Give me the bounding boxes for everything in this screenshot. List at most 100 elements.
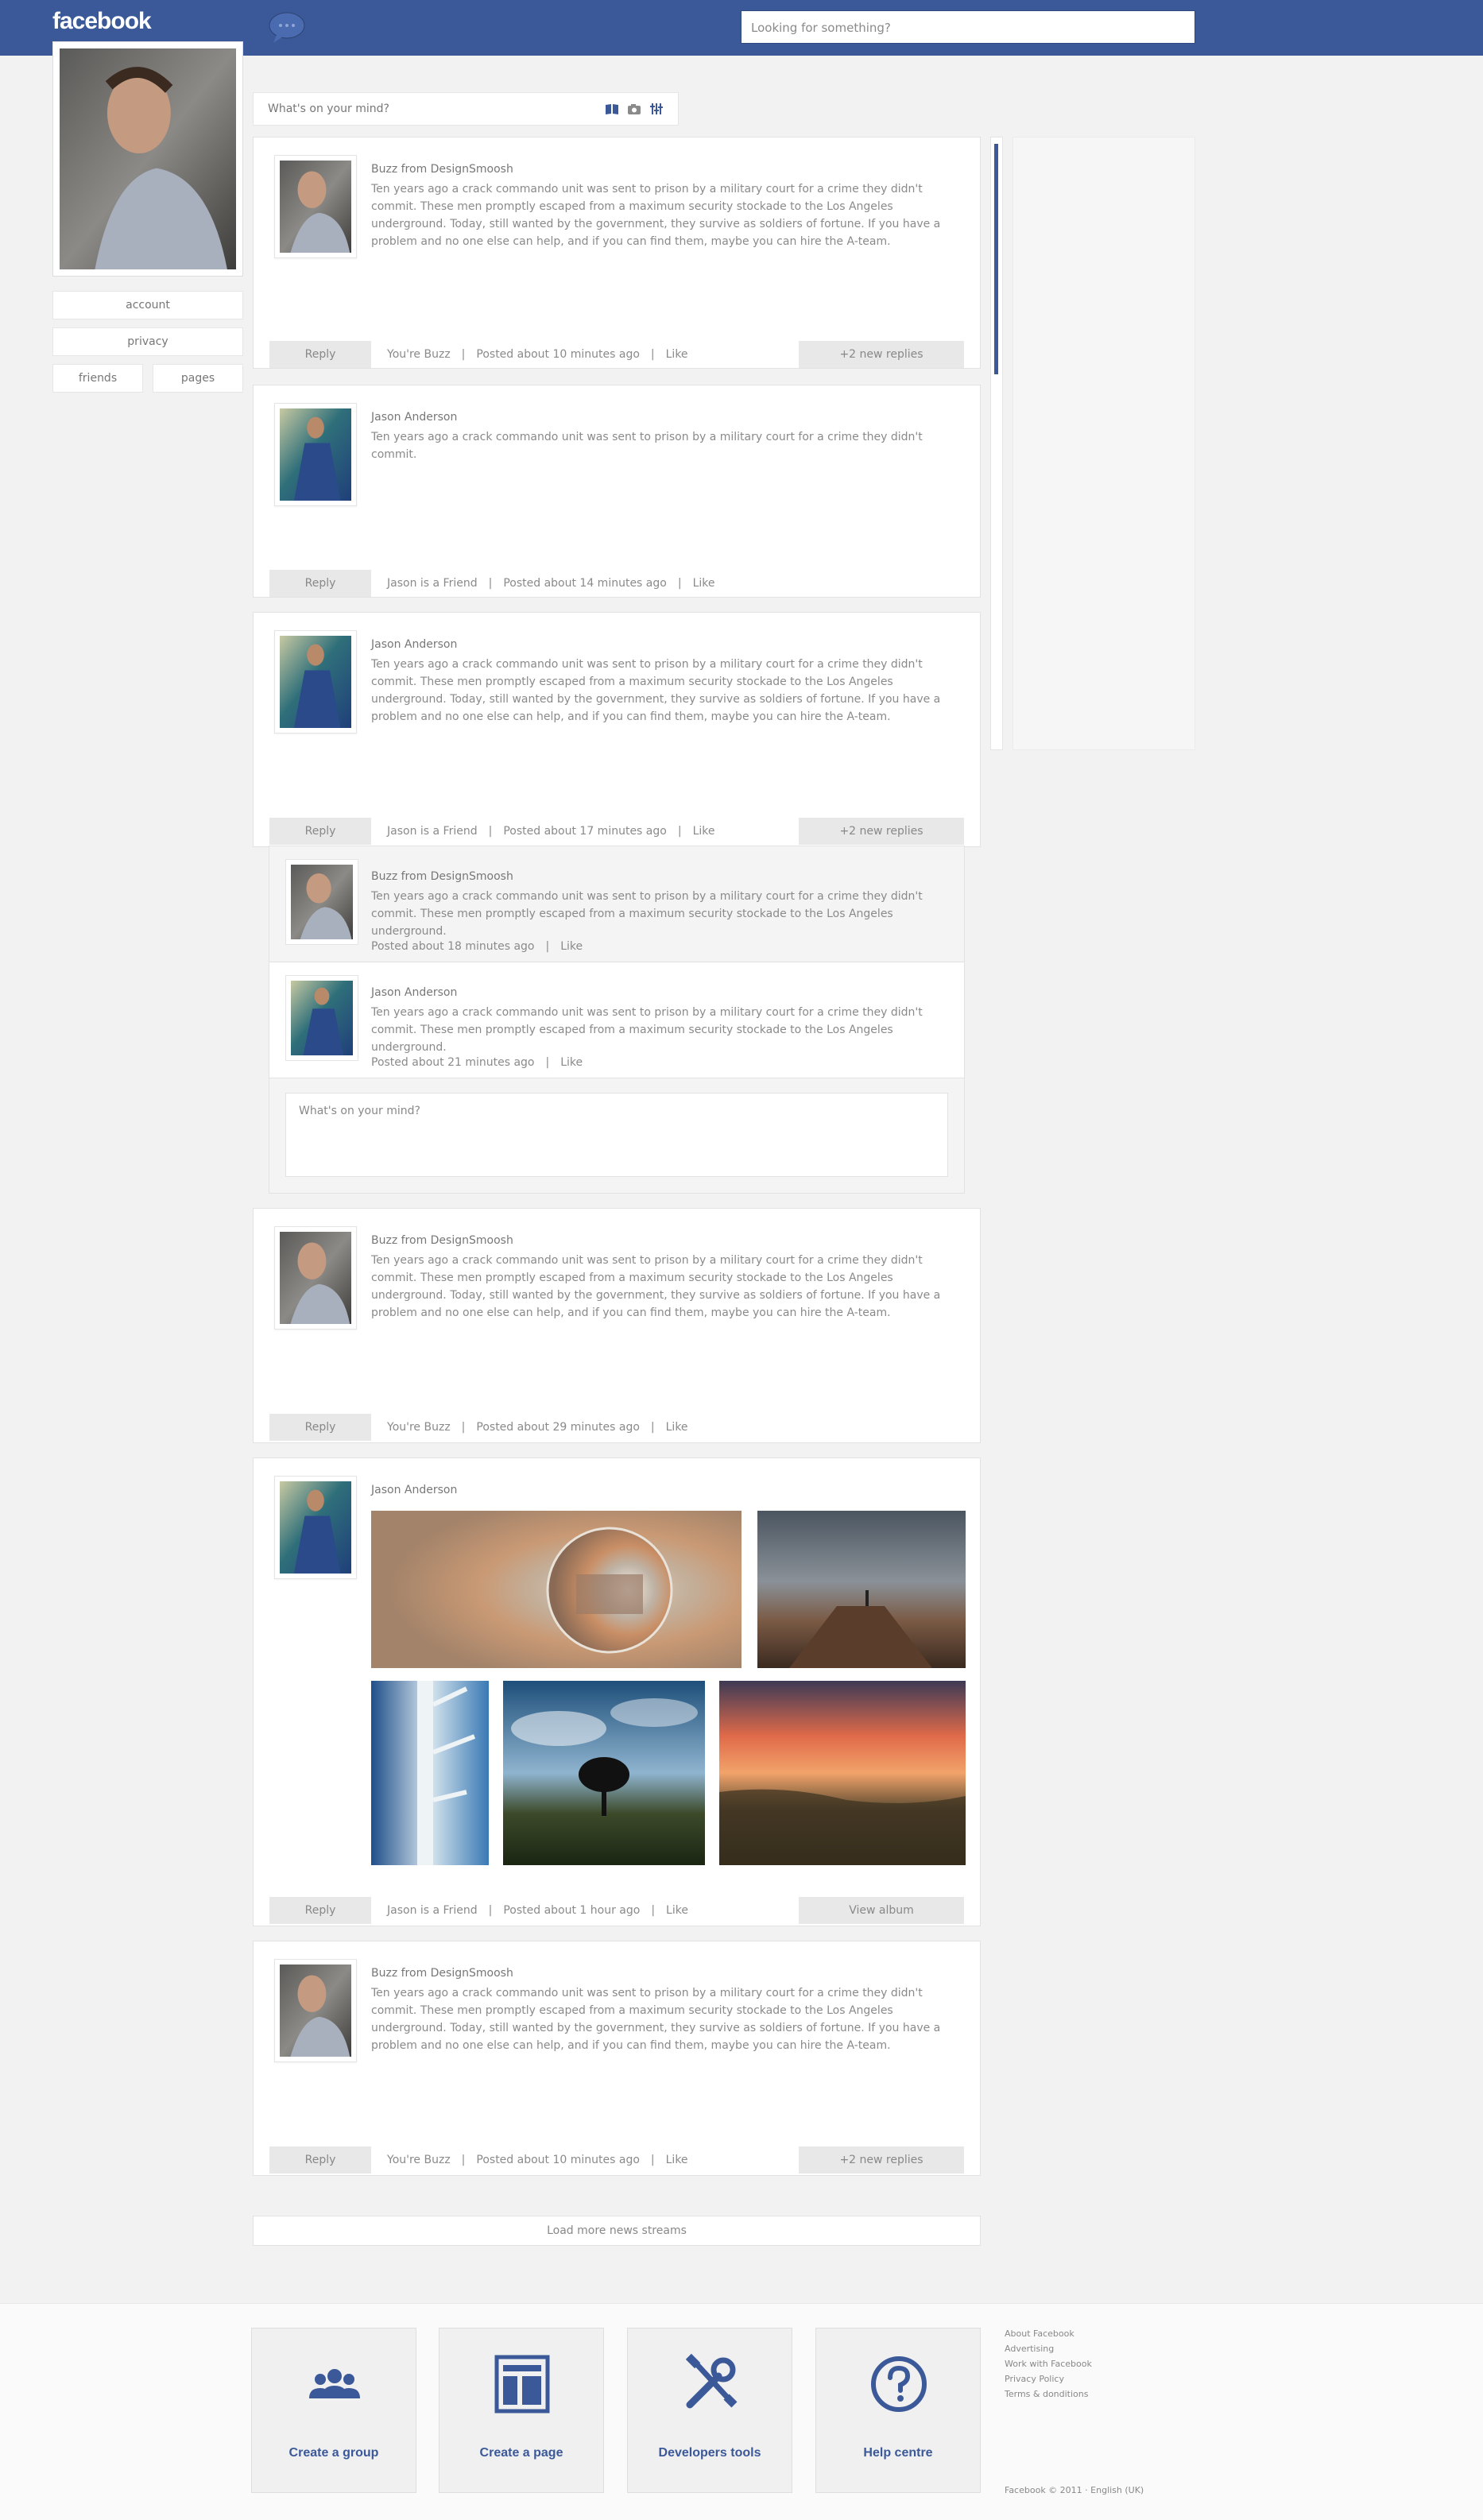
right-panel xyxy=(1013,137,1195,750)
sliders-icon[interactable] xyxy=(649,103,664,115)
reply-button[interactable]: Reply xyxy=(269,1414,371,1441)
chat-bubble-icon[interactable] xyxy=(267,11,307,45)
like-link[interactable]: Like xyxy=(560,940,583,953)
post-meta: You're Buzz | Posted about 10 minutes ago |… xyxy=(387,2154,688,2166)
news-post: Jason Anderson Ten years ago a crack com… xyxy=(253,612,981,847)
avatar-photo-jason xyxy=(280,1481,351,1574)
avatar[interactable] xyxy=(274,403,357,506)
post-actions: Reply You're Buzz | Posted about 10 minute… xyxy=(269,341,964,368)
sidebar-item-friends[interactable]: friends xyxy=(52,364,143,393)
page-layout-icon xyxy=(494,2355,550,2414)
post-author[interactable]: Jason Anderson xyxy=(371,1484,457,1496)
news-post: Buzz from DesignSmoosh Ten years ago a c… xyxy=(253,137,981,369)
footer-link-privacy[interactable]: Privacy Policy xyxy=(1005,2371,1092,2386)
relation-text: Jason is a Friend xyxy=(387,825,478,838)
tile-label: Create a group xyxy=(288,2446,379,2460)
camera-icon[interactable] xyxy=(627,103,641,115)
like-link[interactable]: Like xyxy=(693,825,715,838)
reply-thread: Buzz from DesignSmoosh Ten years ago a c… xyxy=(269,846,965,1194)
like-link[interactable]: Like xyxy=(666,348,688,361)
avatar[interactable] xyxy=(274,1226,357,1330)
like-link[interactable]: Like xyxy=(666,1904,688,1917)
timestamp: Posted about 29 minutes ago xyxy=(476,1421,640,1434)
search-input[interactable]: Looking for something? xyxy=(741,10,1195,44)
developers-tools-tile[interactable]: Developers tools xyxy=(627,2328,792,2493)
load-more-button[interactable]: Load more news streams xyxy=(253,2216,981,2246)
like-link[interactable]: Like xyxy=(693,577,715,590)
tile-label: Developers tools xyxy=(658,2446,761,2460)
avatar[interactable] xyxy=(274,1959,357,2062)
post-actions: Reply You're Buzz | Posted about 29 minute… xyxy=(269,1414,964,1441)
create-page-tile[interactable]: Create a page xyxy=(439,2328,604,2493)
footer-link-work[interactable]: Work with Facebook xyxy=(1005,2356,1092,2371)
help-centre-tile[interactable]: Help centre xyxy=(815,2328,981,2493)
status-composer[interactable]: What's on your mind? xyxy=(253,92,679,126)
feed-scrollbar[interactable] xyxy=(990,137,1003,750)
album-photo-lone-tree[interactable] xyxy=(503,1681,705,1865)
footer-link-about[interactable]: About Facebook xyxy=(1005,2326,1092,2341)
album-photo-icicles[interactable] xyxy=(371,1681,489,1865)
timestamp: Posted about 10 minutes ago xyxy=(476,348,640,361)
footer-link-terms[interactable]: Terms & donditions xyxy=(1005,2386,1092,2402)
post-actions: Reply Jason is a Friend | Posted about 1 h… xyxy=(269,1897,964,1924)
album-photo-sunset-marsh[interactable] xyxy=(719,1681,966,1865)
reply-button[interactable]: Reply xyxy=(269,2146,371,2174)
avatar[interactable] xyxy=(274,1476,357,1579)
sidebar-item-account[interactable]: account xyxy=(52,291,243,319)
news-post: Jason Anderson Ten years ago a crack com… xyxy=(253,385,981,598)
new-replies-button[interactable]: +2 new replies xyxy=(799,341,964,368)
avatar[interactable] xyxy=(274,630,357,734)
post-text: Ten years ago a crack commando unit was … xyxy=(371,431,923,461)
like-link[interactable]: Like xyxy=(666,1421,688,1434)
avatar[interactable] xyxy=(285,975,358,1061)
album-photo-pier[interactable] xyxy=(757,1511,966,1668)
post-text: Ten years ago a crack commando unit was … xyxy=(371,1254,941,1319)
album-photo-crystal-ball[interactable] xyxy=(371,1511,742,1668)
post-author[interactable]: Jason Anderson xyxy=(371,411,457,424)
new-replies-button[interactable]: +2 new replies xyxy=(799,818,964,845)
post-meta: Jason is a Friend | Posted about 14 minute… xyxy=(387,577,715,590)
reply-button[interactable]: Reply xyxy=(269,1897,371,1924)
relation-text: Jason is a Friend xyxy=(387,1904,478,1917)
reply-author[interactable]: Buzz from DesignSmoosh xyxy=(371,870,513,883)
view-album-button[interactable]: View album xyxy=(799,1897,964,1924)
reply-button[interactable]: Reply xyxy=(269,818,371,845)
avatar[interactable] xyxy=(285,859,358,945)
facebook-logo[interactable]: facebook xyxy=(52,8,152,35)
post-meta: You're Buzz | Posted about 29 minutes ago |… xyxy=(387,1421,688,1434)
reply-meta: Posted about 18 minutes ago | Like xyxy=(371,940,583,953)
post-actions: Reply You're Buzz | Posted about 10 minute… xyxy=(269,2146,964,2174)
post-author[interactable]: Buzz from DesignSmoosh xyxy=(371,1234,513,1247)
sidebar-item-privacy[interactable]: privacy xyxy=(52,327,243,356)
relation-text: Jason is a Friend xyxy=(387,577,478,590)
timestamp: Posted about 10 minutes ago xyxy=(476,2154,640,2166)
new-replies-button[interactable]: +2 new replies xyxy=(799,2146,964,2174)
reply-input[interactable]: What's on your mind? xyxy=(285,1093,948,1177)
timestamp: Posted about 17 minutes ago xyxy=(503,825,667,838)
sidebar-item-pages[interactable]: pages xyxy=(153,364,243,393)
post-text: Ten years ago a crack commando unit was … xyxy=(371,183,941,248)
footer-links: About Facebook Advertising Work with Fac… xyxy=(1005,2326,1092,2402)
composer-placeholder: What's on your mind? xyxy=(268,103,389,115)
tile-label: Help centre xyxy=(863,2446,933,2460)
like-link[interactable]: Like xyxy=(560,1056,583,1069)
reply-item: Jason Anderson Ten years ago a crack com… xyxy=(269,962,964,1078)
reply-button[interactable]: Reply xyxy=(269,341,371,368)
post-author[interactable]: Jason Anderson xyxy=(371,638,457,651)
book-icon[interactable] xyxy=(605,103,619,115)
reply-author[interactable]: Jason Anderson xyxy=(371,986,457,999)
post-actions: Reply Jason is a Friend | Posted about 14 … xyxy=(269,570,964,597)
profile-picture[interactable] xyxy=(52,41,243,277)
footer-link-advertising[interactable]: Advertising xyxy=(1005,2341,1092,2356)
scrollbar-thumb[interactable] xyxy=(994,144,998,374)
post-author[interactable]: Buzz from DesignSmoosh xyxy=(371,163,513,176)
avatar-photo-buzz xyxy=(280,161,351,253)
post-author[interactable]: Buzz from DesignSmoosh xyxy=(371,1967,513,1980)
create-group-tile[interactable]: Create a group xyxy=(251,2328,416,2493)
reply-button[interactable]: Reply xyxy=(269,570,371,597)
avatar-photo-jason xyxy=(280,408,351,501)
avatar-photo-buzz xyxy=(291,865,353,939)
avatar-photo-buzz xyxy=(280,1965,351,2057)
avatar[interactable] xyxy=(274,155,357,258)
like-link[interactable]: Like xyxy=(666,2154,688,2166)
